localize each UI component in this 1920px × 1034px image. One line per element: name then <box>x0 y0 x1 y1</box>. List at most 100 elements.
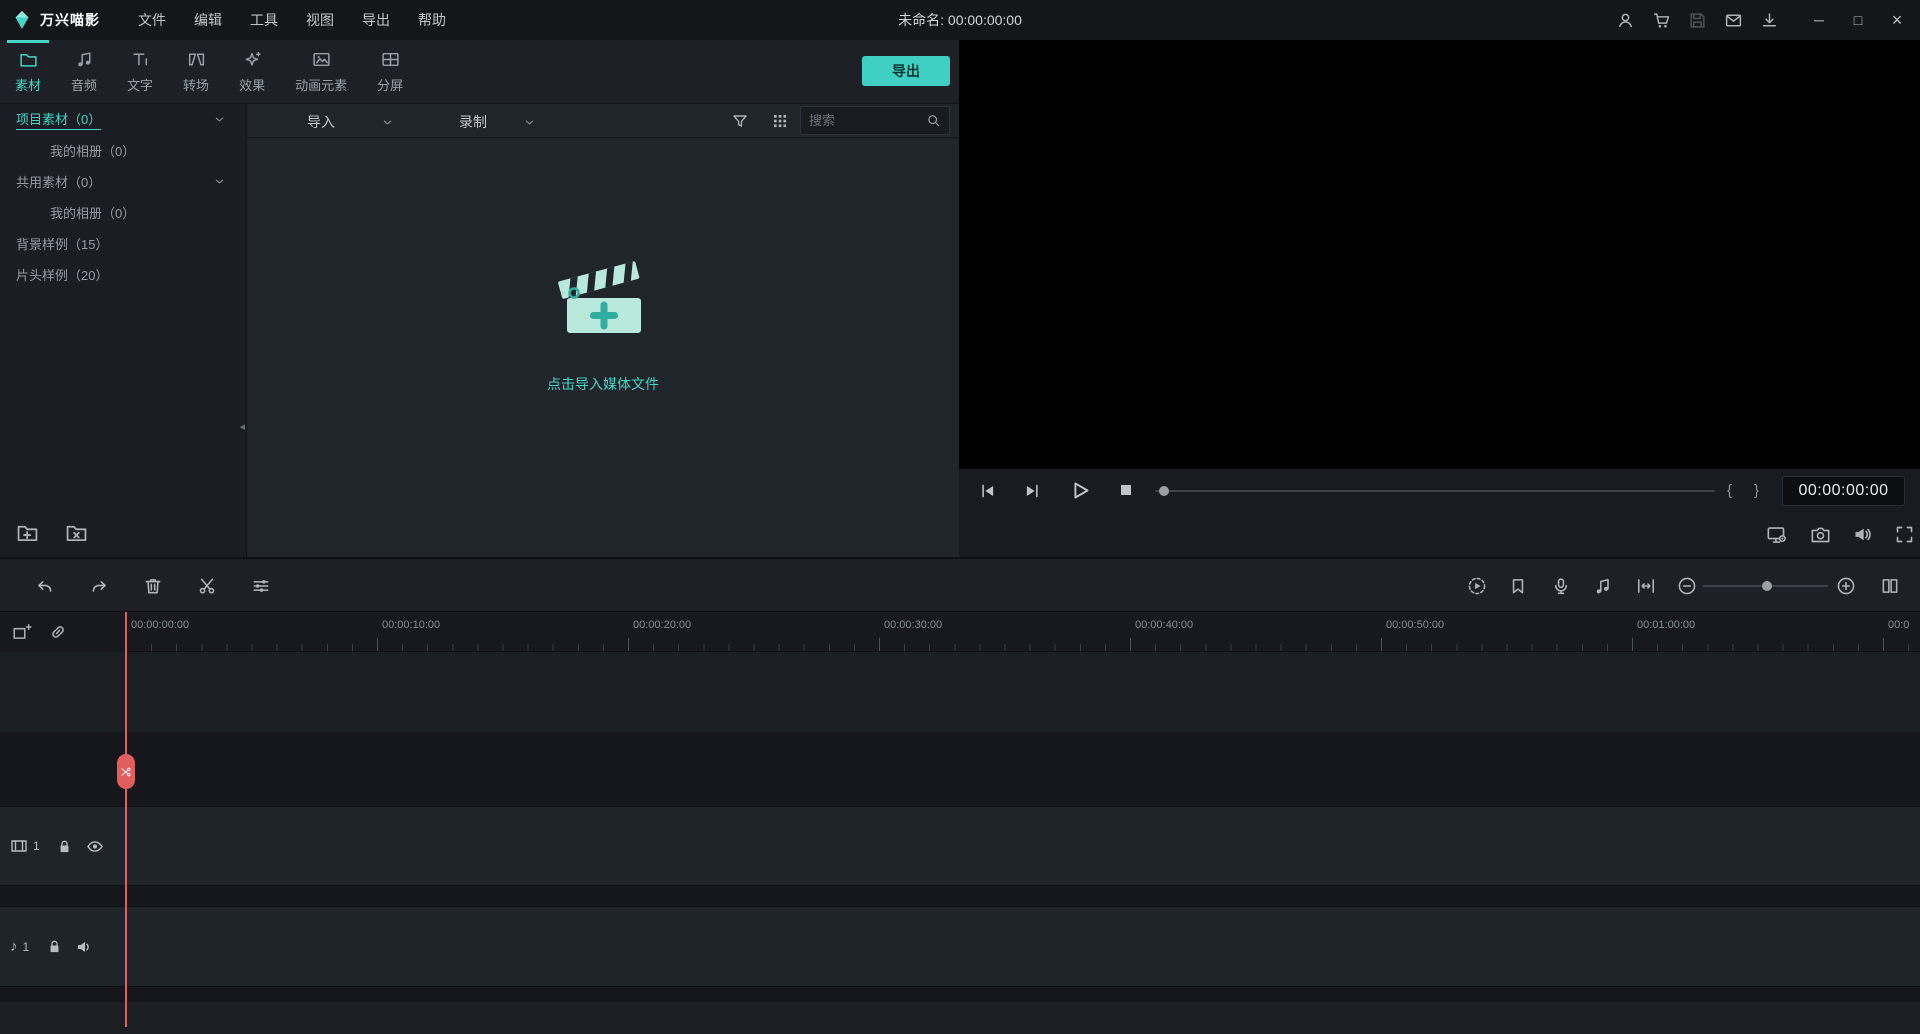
menu-file[interactable]: 文件 <box>138 10 166 30</box>
track-panel-toggle-icon[interactable] <box>1880 576 1900 596</box>
audio-track-header: ♪ 1 <box>0 907 126 986</box>
seek-handle[interactable] <box>1159 486 1169 496</box>
mark-out-icon[interactable]: } <box>1754 482 1759 499</box>
adjust-icon[interactable] <box>251 576 271 596</box>
chevron-down-icon[interactable] <box>213 175 226 188</box>
filter-icon[interactable] <box>731 112 749 130</box>
display-settings-icon[interactable] <box>1766 524 1786 544</box>
ruler-label: 00:00:10:00 <box>382 619 441 631</box>
audio-track-lane[interactable]: ♪ 1 <box>0 906 1920 987</box>
tab-media[interactable]: 素材 <box>0 40 56 103</box>
previous-frame-button[interactable] <box>977 481 997 501</box>
menu-edit[interactable]: 编辑 <box>194 10 222 30</box>
sidebar-item-intro-samples[interactable]: 片头样例（20） <box>0 259 246 290</box>
menu-export[interactable]: 导出 <box>362 10 390 30</box>
media-browser: 导入 录制 搜索 点击导入媒体文件 <box>247 104 959 557</box>
link-icon[interactable] <box>48 622 68 642</box>
tab-elements[interactable]: 动画元素 <box>280 40 362 103</box>
zoom-in-icon[interactable] <box>1836 576 1856 596</box>
app-logo-icon <box>12 10 32 30</box>
sidebar-item-shared-media[interactable]: 共用素材（0） <box>0 166 246 197</box>
search-input[interactable] <box>809 113 920 128</box>
chevron-down-icon[interactable] <box>381 116 394 129</box>
volume-icon[interactable] <box>1852 524 1872 544</box>
tab-label: 动画元素 <box>295 77 348 93</box>
fit-timeline-icon[interactable] <box>1636 576 1656 596</box>
sidebar-item-project-media[interactable]: 项目素材（0） <box>0 104 246 135</box>
titlebar-actions: ─ □ × <box>1616 10 1908 31</box>
sidebar-footer <box>16 521 88 544</box>
fullscreen-icon[interactable] <box>1894 524 1914 544</box>
transport-controls: { } 00:00:00:00 <box>959 469 1920 513</box>
ruler-label: 00:00:00:00 <box>131 619 190 631</box>
play-button[interactable] <box>1069 479 1089 499</box>
preview-video-area[interactable] <box>959 40 1920 469</box>
redo-icon[interactable] <box>89 576 109 596</box>
import-dropdown[interactable]: 导入 <box>307 112 335 132</box>
playhead-cut-handle[interactable] <box>117 754 135 789</box>
menu-help[interactable]: 帮助 <box>418 10 446 30</box>
zoom-out-icon[interactable] <box>1677 576 1697 596</box>
seek-bar[interactable] <box>1155 490 1715 492</box>
clapperboard-icon <box>550 254 656 350</box>
add-to-track-icon[interactable] <box>12 622 32 642</box>
lock-icon[interactable] <box>45 938 63 956</box>
download-icon[interactable] <box>1760 11 1779 30</box>
record-dropdown[interactable]: 录制 <box>459 112 487 132</box>
playhead[interactable] <box>125 612 127 1027</box>
add-folder-icon[interactable] <box>16 521 39 544</box>
zoom-slider-handle[interactable] <box>1762 581 1772 591</box>
ruler-label: 00:01:00:00 <box>1637 619 1696 631</box>
eye-icon[interactable] <box>86 837 104 855</box>
tab-transitions[interactable]: 转场 <box>168 40 224 103</box>
media-browser-toolbar: 导入 录制 <box>247 104 959 138</box>
save-icon <box>1688 11 1707 30</box>
minimize-button[interactable]: ─ <box>1808 12 1830 28</box>
ruler-label: 00:00:50:00 <box>1386 619 1445 631</box>
video-track-lane[interactable]: 1 <box>0 806 1920 886</box>
stop-button[interactable] <box>1117 481 1137 501</box>
next-frame-button[interactable] <box>1023 481 1043 501</box>
menu-tools[interactable]: 工具 <box>250 10 278 30</box>
chevron-down-icon[interactable] <box>523 116 536 129</box>
video-track-number: 1 <box>33 839 40 853</box>
cart-icon[interactable] <box>1652 11 1671 30</box>
chevron-down-icon[interactable] <box>213 113 226 126</box>
tab-audio[interactable]: 音频 <box>56 40 112 103</box>
split-scissors-icon[interactable] <box>197 576 217 596</box>
voiceover-mic-icon[interactable] <box>1551 576 1571 596</box>
delete-icon[interactable] <box>143 576 163 596</box>
close-button[interactable]: × <box>1886 10 1908 31</box>
search-icon[interactable] <box>926 113 941 128</box>
lock-icon[interactable] <box>56 837 74 855</box>
mute-speaker-icon[interactable] <box>75 938 93 956</box>
collapse-panel-icon[interactable]: ◂ <box>239 420 245 433</box>
snapshot-camera-icon[interactable] <box>1810 524 1830 544</box>
app-name: 万兴喵影 <box>40 12 100 28</box>
tab-label: 文字 <box>127 77 154 93</box>
tab-effects[interactable]: 效果 <box>224 40 280 103</box>
timeline-ruler[interactable]: 00:00:00:00 00:00:10:00 00:00:20:00 00:0… <box>126 612 1920 652</box>
music-note-icon <box>75 50 94 69</box>
grid-view-icon[interactable] <box>771 112 789 130</box>
account-icon[interactable] <box>1616 11 1635 30</box>
split-screen-icon <box>381 50 400 69</box>
sidebar-item-my-album-1[interactable]: 我的相册（0） <box>0 135 246 166</box>
audio-mixer-icon[interactable] <box>1593 576 1613 596</box>
marker-icon[interactable] <box>1508 576 1528 596</box>
render-preview-icon[interactable] <box>1467 576 1487 596</box>
audio-track-number: 1 <box>22 939 30 954</box>
tab-splitscreen[interactable]: 分屏 <box>362 40 418 103</box>
mark-in-icon[interactable]: { <box>1727 482 1732 499</box>
tab-text[interactable]: 文字 <box>112 40 168 103</box>
sidebar-item-background-samples[interactable]: 背景样例（15） <box>0 228 246 259</box>
undo-icon[interactable] <box>35 576 55 596</box>
mail-icon[interactable] <box>1724 11 1743 30</box>
ruler-label: 00:00:40:00 <box>1135 619 1194 631</box>
export-button[interactable]: 导出 <box>862 56 950 86</box>
delete-folder-icon[interactable] <box>65 521 88 544</box>
menu-view[interactable]: 视图 <box>306 10 334 30</box>
maximize-button[interactable]: □ <box>1847 12 1869 28</box>
sidebar-item-my-album-2[interactable]: 我的相册（0） <box>0 197 246 228</box>
import-media-dropzone[interactable]: 点击导入媒体文件 <box>247 254 959 394</box>
